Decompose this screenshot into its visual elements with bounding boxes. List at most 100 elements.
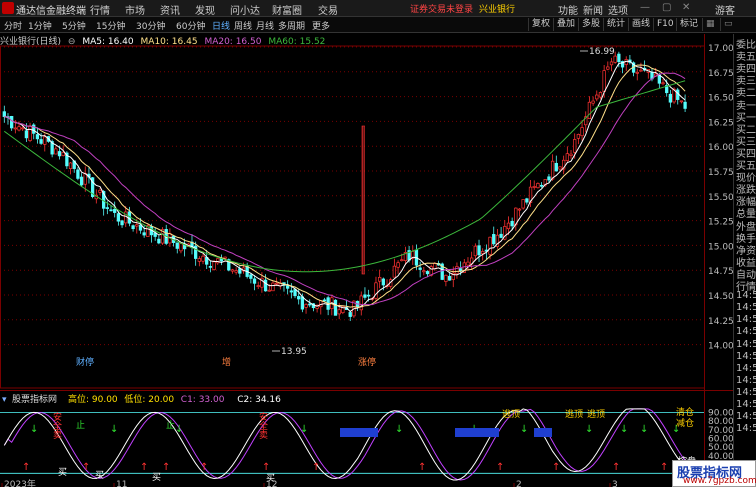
escape-top-label: 逃顶 [565,408,583,420]
period-multi[interactable]: 多周期 [278,19,305,32]
price-tick-label: 14.50 [708,292,733,302]
menu-latest-news[interactable]: 新闻 [583,2,603,17]
candle-body [109,209,113,212]
candle-body [422,270,426,273]
menu-market[interactable]: 市场 [125,2,145,17]
menu-wealth[interactable]: 财富圈 [272,2,302,17]
menu-news[interactable]: 资讯 [160,2,180,17]
menu-trade[interactable]: 交易 [318,2,338,17]
current-stock: 兴业银行 [479,5,516,15]
candle-body [135,224,139,227]
trade-notice-text: 证券交易未登录 [410,5,474,15]
candle-body [609,61,614,66]
sell-arrow-icon: ↓ [520,424,528,435]
candle-body [238,268,242,274]
menu-function[interactable]: 功能 [558,2,578,17]
event-label[interactable]: 财 [76,356,85,368]
safe-sell-label: 安全卖 [257,411,268,440]
period-daily[interactable]: 日线 [212,19,230,32]
candle-body [197,258,201,262]
candle-body [591,100,595,104]
sell-arrow-icon: ↓ [300,424,308,435]
tool-f10[interactable]: F10 [653,18,677,31]
menu-quotes[interactable]: 行情 [90,2,110,17]
side-panel-item: 14:5 [736,362,756,374]
period-more[interactable]: 更多 [312,19,330,32]
tool-adjust[interactable]: 复权 [528,18,553,31]
period-tick[interactable]: 分时 [4,19,22,32]
grid-icon[interactable]: ▦ [702,18,718,31]
period-5min[interactable]: 5分钟 [62,19,86,32]
tool-multi-stock[interactable]: 多股 [578,18,603,31]
tool-draw[interactable]: 画线 [628,18,653,31]
period-monthly[interactable]: 月线 [256,19,274,32]
price-tick-label: 14.00 [708,342,733,352]
buy-label: 买 [152,472,161,483]
stop-label: 止 [166,419,175,431]
indicator-dropdown-icon[interactable]: ▾ [2,395,7,405]
trade-notice[interactable]: 证券交易未登录 兴业银行 [410,2,515,15]
tool-stats[interactable]: 统计 [603,18,628,31]
candle-body [304,304,308,308]
candle-body [223,256,227,259]
tool-overlay[interactable]: 叠加 [553,18,578,31]
restore-icon[interactable]: ▢ [662,2,671,13]
candle-body [157,238,161,244]
high-price-label: 16.99 [589,47,615,57]
candle-body [230,269,235,272]
candle-body [263,279,268,292]
indicator-name[interactable]: 股票指标网 [12,393,57,405]
side-panel-item: 14:5 [736,423,756,435]
watermark: 股票指标网 www.7gpzb.com [672,460,756,487]
kline-chart[interactable]: 17.00 16.75 16.50 16.25 16.00 15.75 15.50 15.25… [0,34,733,487]
price-tick-label: 14.75 [708,267,733,277]
tool-mark[interactable]: 标记 [676,18,701,31]
sell-arrow-icon: ↓ [395,424,403,435]
candle-body [550,160,555,180]
candle-body [116,213,121,222]
candle-body [598,92,603,98]
candle-body [319,300,323,308]
candle-body [113,208,117,213]
candle-body [300,296,305,310]
candle-body [425,271,430,275]
sell-arrow-icon: ↓ [30,424,38,435]
candle-body [455,266,459,275]
candle-body [547,176,551,181]
price-tick-label: 15.75 [708,168,733,178]
period-30min[interactable]: 30分钟 [136,19,165,32]
side-panel-item: 14:5 [736,314,756,326]
period-weekly[interactable]: 周线 [234,19,252,32]
window-icon[interactable]: ▭ [720,18,736,31]
candle-body [392,265,397,278]
close-icon[interactable]: ✕ [682,2,690,13]
event-label[interactable]: 涨停 [358,356,376,368]
candle-body [24,130,29,139]
candle-body [447,275,452,281]
candle-body [488,236,492,255]
buy-arrow-icon: ↑ [140,462,148,473]
minimize-icon[interactable]: — [640,2,650,13]
buy-arrow-icon: ↑ [200,462,208,473]
candle-body [506,222,511,230]
side-panel-item: 14:5 [736,290,756,302]
buy-arrow-icon: ↑ [612,462,620,473]
date-tick-label: 12 [266,480,277,487]
user-guest[interactable]: 游客 [715,2,735,17]
menu-options[interactable]: 选项 [608,2,628,17]
period-15min[interactable]: 15分钟 [96,19,125,32]
period-60min[interactable]: 60分钟 [176,19,205,32]
event-label[interactable]: 增 [222,356,231,368]
sell-arrow-icon: ↓ [585,424,593,435]
candle-body [28,125,32,141]
menu-ask[interactable]: 问小达 [230,2,260,17]
candle-body [293,289,297,297]
buy-label: 买 [95,470,104,481]
event-label[interactable]: 停 [85,356,94,368]
period-1min[interactable]: 1分钟 [28,19,52,32]
candle-body [39,139,43,144]
menu-discover[interactable]: 发现 [195,2,215,17]
candle-body [43,136,47,145]
candle-body [433,262,437,270]
ma-lines [4,60,686,313]
